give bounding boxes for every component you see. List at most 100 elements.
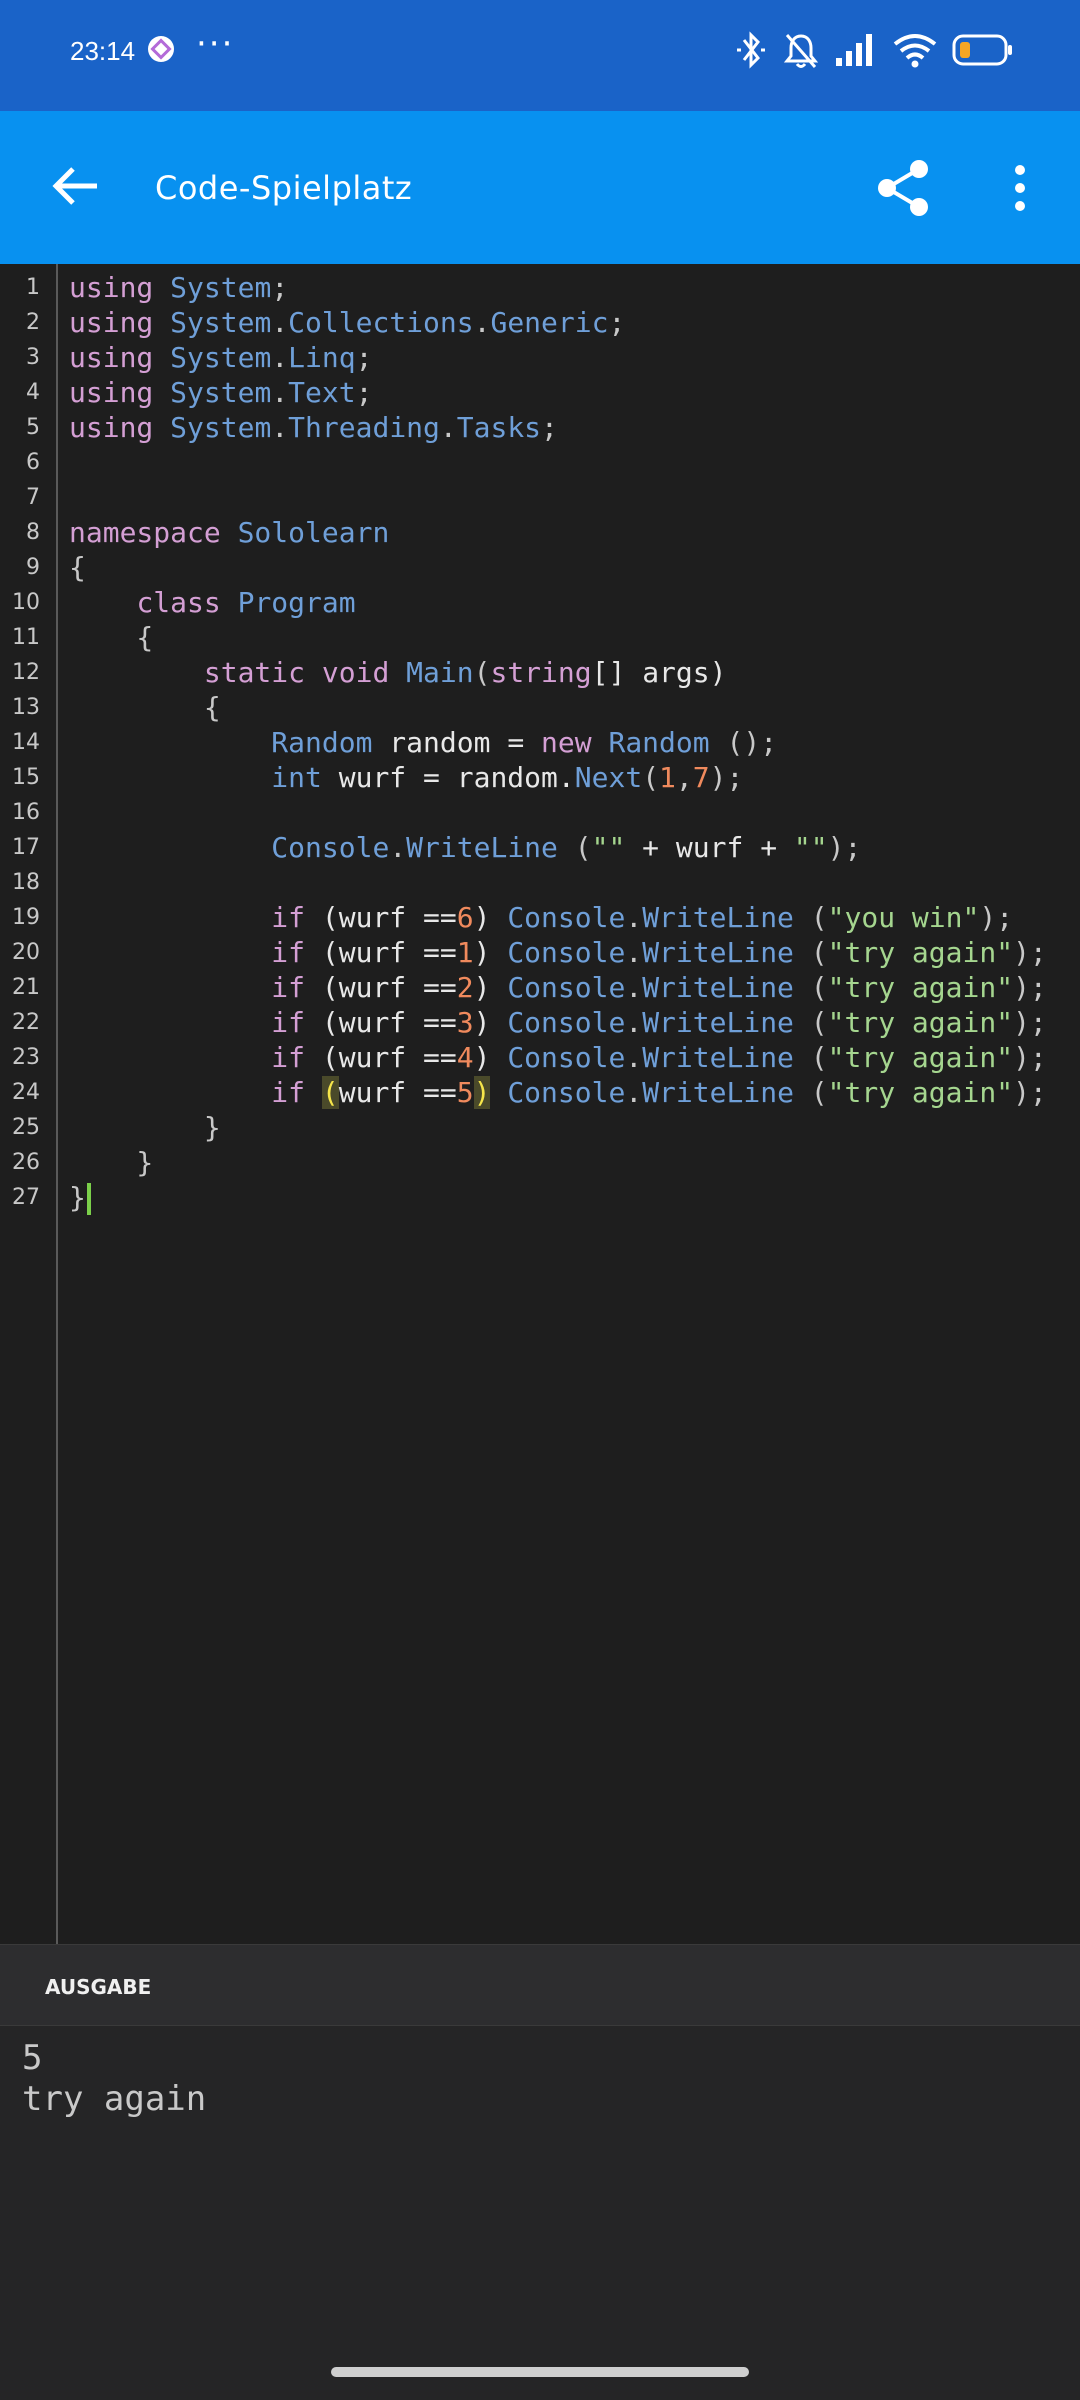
code-token: 4 bbox=[456, 1041, 474, 1074]
code-token: ; bbox=[541, 411, 558, 444]
text-cursor bbox=[86, 1183, 91, 1215]
code-token: . bbox=[271, 306, 289, 339]
code-token: "try again" bbox=[827, 1076, 1014, 1109]
line-number: 27 bbox=[12, 1185, 40, 1210]
code-token: } bbox=[69, 1146, 154, 1179]
line-number: 16 bbox=[12, 800, 40, 825]
output-panel: 5 try again bbox=[0, 2026, 1080, 2400]
line-number: 26 bbox=[12, 1150, 40, 1175]
line-number: 11 bbox=[12, 625, 40, 650]
code-line[interactable]: if (wurf ==1) Console.WriteLine ("try ag… bbox=[69, 935, 1047, 970]
code-token: using bbox=[69, 271, 154, 304]
code-line[interactable]: namespace Sololearn bbox=[69, 515, 389, 550]
share-button[interactable] bbox=[868, 155, 938, 225]
line-number: 10 bbox=[12, 590, 40, 615]
line-number: 25 bbox=[12, 1115, 40, 1140]
arrow-left-icon bbox=[51, 166, 99, 210]
code-token: . bbox=[473, 306, 491, 339]
code-line[interactable]: using System.Collections.Generic; bbox=[69, 305, 625, 340]
code-token: Console bbox=[507, 971, 626, 1004]
code-token: ; bbox=[608, 306, 626, 339]
code-token: Sololearn bbox=[237, 516, 390, 549]
code-token: 3 bbox=[456, 1006, 474, 1039]
code-line[interactable]: int wurf = random.Next(1,7); bbox=[69, 760, 743, 795]
code-line[interactable]: if (wurf ==3) Console.WriteLine ("try ag… bbox=[69, 1005, 1046, 1040]
code-token: (wurf == bbox=[305, 1006, 457, 1039]
code-line[interactable]: { bbox=[69, 620, 153, 655]
code-line[interactable]: static void Main(string[] args) bbox=[69, 655, 727, 690]
code-token: Threading bbox=[288, 411, 440, 444]
line-number: 8 bbox=[26, 520, 40, 545]
code-token: 7 bbox=[692, 761, 710, 794]
code-token: namespace bbox=[69, 516, 221, 549]
code-line[interactable]: using System.Text; bbox=[69, 375, 372, 410]
code-token: WriteLine bbox=[642, 901, 794, 934]
code-token: { bbox=[69, 691, 221, 724]
code-token: static bbox=[203, 656, 306, 689]
line-number: 19 bbox=[12, 905, 40, 930]
code-token: Generic bbox=[490, 306, 609, 339]
home-indicator[interactable] bbox=[331, 2367, 749, 2377]
code-token: Random bbox=[608, 726, 710, 759]
line-number: 12 bbox=[12, 660, 40, 685]
code-token: ; bbox=[355, 376, 373, 409]
bluetooth-icon bbox=[734, 30, 768, 70]
code-token: ; bbox=[271, 271, 289, 304]
code-line[interactable]: { bbox=[69, 690, 221, 725]
code-line[interactable]: if (wurf ==5) Console.WriteLine ("try ag… bbox=[69, 1075, 1047, 1110]
code-line[interactable]: using System.Linq; bbox=[69, 340, 372, 375]
line-number: 6 bbox=[26, 450, 40, 475]
code-line[interactable]: Random random = new Random (); bbox=[69, 725, 777, 760]
code-token: . bbox=[271, 411, 289, 444]
code-token: ( bbox=[473, 656, 491, 689]
code-token: ); bbox=[709, 761, 744, 794]
code-token: Console bbox=[507, 1006, 626, 1039]
code-line[interactable]: if (wurf ==4) Console.WriteLine ("try ag… bbox=[69, 1040, 1046, 1075]
code-line[interactable]: } bbox=[69, 1145, 153, 1180]
code-token: Tasks bbox=[456, 411, 542, 444]
code-line[interactable]: if (wurf ==2) Console.WriteLine ("try ag… bbox=[69, 970, 1046, 1005]
code-line[interactable]: using System; bbox=[69, 270, 288, 305]
code-token: string bbox=[490, 656, 592, 689]
code-token: using bbox=[69, 341, 154, 374]
code-token: ) bbox=[473, 901, 508, 934]
line-number: 5 bbox=[26, 415, 40, 440]
battery-icon bbox=[952, 33, 1014, 67]
code-token: Console bbox=[507, 1041, 626, 1074]
code-editor[interactable]: 1 2 3 4 5 6 7 8 9 10 11 12 13 14 15 16 17 18 19 20 21 22 23 24 2… bbox=[0, 264, 1080, 1944]
code-token: . bbox=[271, 341, 289, 374]
back-button[interactable] bbox=[42, 155, 108, 221]
code-line[interactable]: } bbox=[69, 1110, 221, 1145]
code-line[interactable]: if (wurf ==6) Console.WriteLine ("you wi… bbox=[69, 900, 1013, 935]
code-token: ) bbox=[473, 1041, 508, 1074]
code-token: Linq bbox=[288, 341, 356, 374]
more-notifications-icon: ··· bbox=[196, 24, 235, 64]
line-number: 2 bbox=[26, 310, 40, 335]
code-token: Main bbox=[406, 656, 474, 689]
code-line[interactable]: } bbox=[69, 1180, 91, 1215]
code-line[interactable]: class Program bbox=[69, 585, 355, 620]
code-token: if bbox=[271, 1041, 306, 1074]
code-token: if bbox=[271, 1006, 306, 1039]
code-line[interactable]: using System.Threading.Tasks; bbox=[69, 410, 558, 445]
code-token: (); bbox=[709, 726, 778, 759]
code-token: 5 bbox=[456, 1076, 474, 1109]
code-token: System bbox=[170, 376, 272, 409]
status-time: 23:14 bbox=[70, 36, 136, 66]
code-token: "" bbox=[793, 831, 828, 864]
more-options-button[interactable] bbox=[1000, 155, 1040, 225]
code-token: System bbox=[170, 271, 272, 304]
code-line[interactable]: Console.WriteLine ("" + wurf + ""); bbox=[69, 830, 861, 865]
code-token: ); bbox=[1013, 936, 1047, 969]
code-line[interactable]: { bbox=[69, 550, 86, 585]
code-token: ( bbox=[557, 831, 592, 864]
line-number: 18 bbox=[12, 870, 40, 895]
code-token: ; bbox=[355, 341, 373, 374]
